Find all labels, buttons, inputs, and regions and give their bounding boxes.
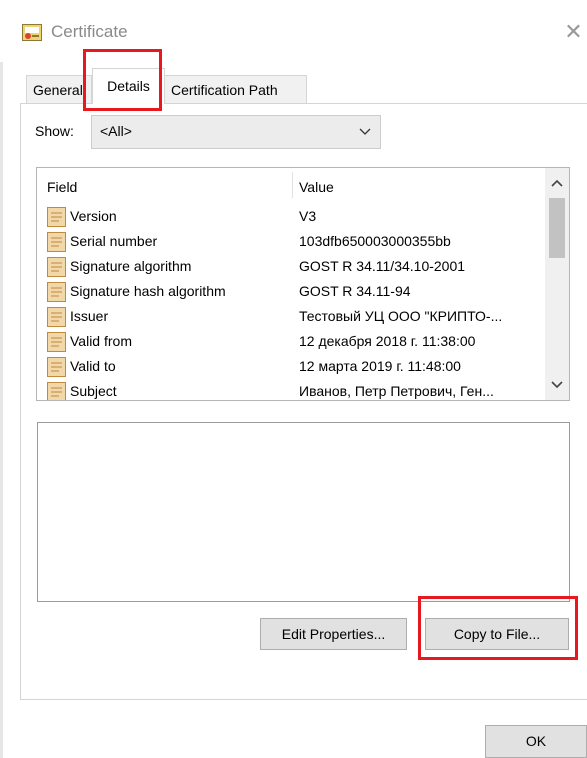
list-header: Field Value [37,168,545,202]
field-name: Valid to [70,358,116,374]
certificate-field-icon [47,357,66,377]
certificate-field-icon [47,207,66,227]
list-item[interactable]: Version V3 [37,205,545,230]
list-item[interactable]: Signature algorithm GOST R 34.11/34.10-2… [37,255,545,280]
list-item[interactable]: Valid from 12 декабря 2018 г. 11:38:00 [37,330,545,355]
field-detail-box[interactable] [37,422,570,602]
close-button[interactable]: ✕ [560,14,587,50]
certificate-field-icon [47,382,66,400]
tab-strip: General Certification Path Details [20,68,587,104]
chevron-down-icon [359,128,371,135]
field-name: Signature algorithm [70,258,192,274]
list-item[interactable]: Serial number 103dfb650003000355bb [37,230,545,255]
field-name: Valid from [70,333,132,349]
field-name: Serial number [70,233,158,249]
field-name: Subject [70,383,117,399]
certificate-field-icon [47,282,66,302]
close-icon: ✕ [564,19,583,44]
tab-details[interactable]: Details [92,68,165,104]
tab-certification-path[interactable]: Certification Path [164,75,307,103]
field-value: 103dfb650003000355bb [299,233,451,249]
window-title: Certificate [51,22,128,41]
certificate-field-icon [47,307,66,327]
certificate-field-icon [47,257,66,277]
ok-button[interactable]: OK [485,725,587,758]
field-value: GOST R 34.11/34.10-2001 [299,258,466,274]
show-select-value: <All> [100,123,132,139]
scrollbar-thumb[interactable] [549,198,565,258]
window-edge [0,0,3,758]
fields-list[interactable]: Field Value Version V3 Serial number 103… [36,167,570,401]
tab-general[interactable]: General [26,75,92,103]
field-value: 12 марта 2019 г. 11:48:00 [299,358,461,374]
copy-to-file-button[interactable]: Copy to File... [425,618,569,650]
show-label: Show: [35,123,74,139]
column-header-value[interactable]: Value [299,179,334,195]
column-header-field[interactable]: Field [47,179,77,195]
field-value: 12 декабря 2018 г. 11:38:00 [299,333,476,349]
field-name: Version [70,208,117,224]
certificate-icon [22,24,42,41]
field-value: Иванов, Петр Петрович, Ген... [299,383,494,399]
certificate-dialog: Certificate ✕ General Certification Path… [0,0,587,758]
field-value: Тестовый УЦ ООО "КРИПТО-... [299,308,503,324]
list-item[interactable]: Signature hash algorithm GOST R 34.11-94 [37,280,545,305]
edit-properties-button[interactable]: Edit Properties... [260,618,407,650]
show-select[interactable]: <All> [91,115,381,149]
chevron-down-icon[interactable] [545,374,569,396]
list-scrollbar[interactable] [545,168,569,400]
column-divider[interactable] [292,172,293,198]
list-rows: Version V3 Serial number 103dfb650003000… [37,205,545,400]
title-bar: Certificate ✕ [0,0,587,62]
list-item[interactable]: Subject Иванов, Петр Петрович, Ген... [37,380,545,400]
certificate-field-icon [47,332,66,352]
field-name: Issuer [70,308,109,324]
field-name: Signature hash algorithm [70,283,226,299]
list-item[interactable]: Valid to 12 марта 2019 г. 11:48:00 [37,355,545,380]
list-item[interactable]: Issuer Тестовый УЦ ООО "КРИПТО-... [37,305,545,330]
field-value: GOST R 34.11-94 [299,283,411,299]
field-value: V3 [299,208,317,224]
certificate-field-icon [47,232,66,252]
chevron-up-icon[interactable] [545,172,569,194]
